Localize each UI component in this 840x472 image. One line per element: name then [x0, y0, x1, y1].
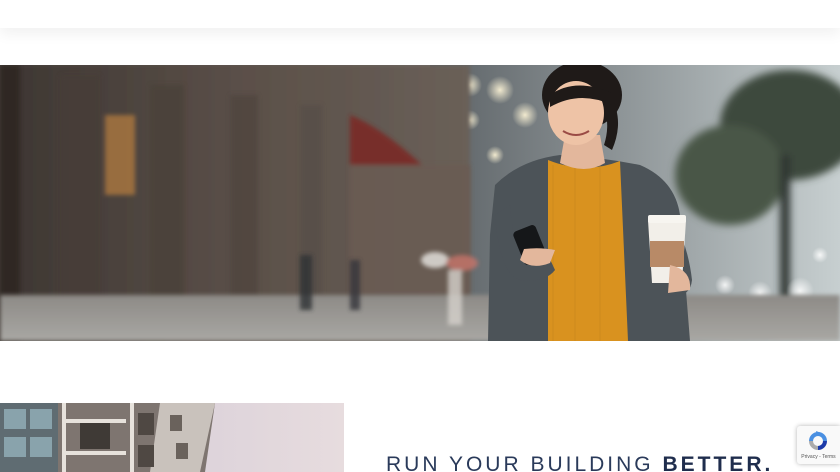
- recaptcha-links: Privacy - Terms: [797, 454, 840, 461]
- page: RUN YOUR BUILDING BETTER. Privacy - Term…: [0, 0, 840, 472]
- headline-bold: BETTER.: [662, 453, 774, 472]
- hero-illustration: [0, 65, 840, 341]
- terms-link[interactable]: Terms: [822, 454, 836, 460]
- building-image: [0, 403, 344, 472]
- hero-image: [0, 65, 840, 341]
- section-headline: RUN YOUR BUILDING BETTER.: [386, 452, 773, 472]
- recaptcha-badge[interactable]: Privacy - Terms: [797, 426, 840, 464]
- privacy-link[interactable]: Privacy: [801, 454, 817, 460]
- recaptcha-icon: [809, 431, 827, 450]
- building-illustration: [0, 403, 344, 472]
- site-header: [0, 0, 840, 28]
- headline-light: RUN YOUR BUILDING: [386, 453, 663, 472]
